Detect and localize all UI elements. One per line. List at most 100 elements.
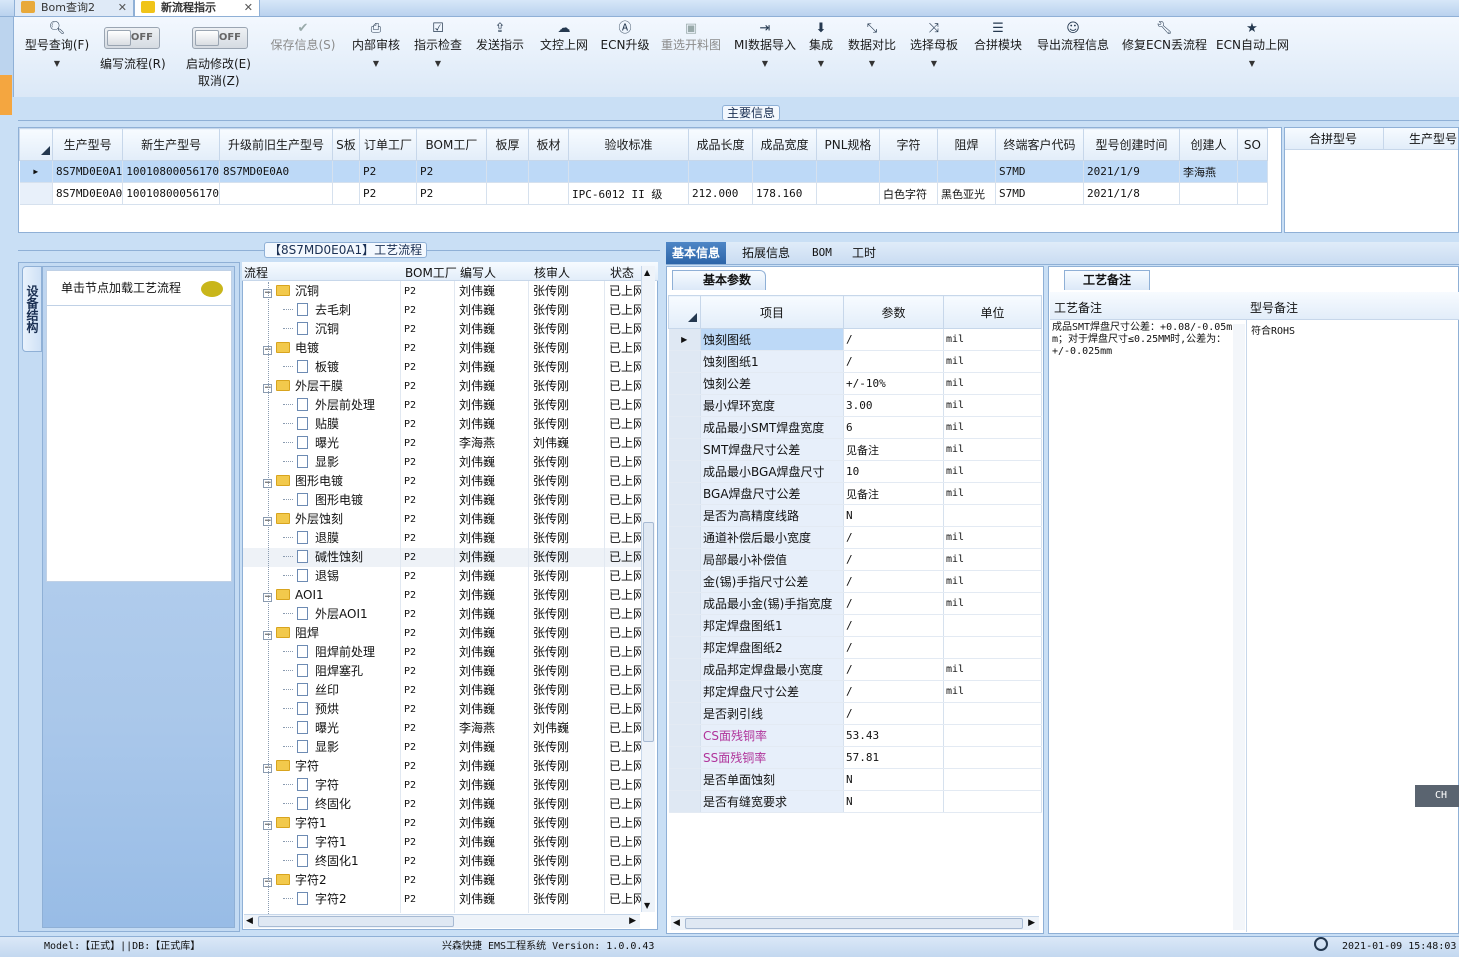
tree-row[interactable]: −外层干膜 P2 刘伟巍 张传刚 已上网 (243, 377, 643, 396)
tree-bom-cell[interactable]: P2 (404, 643, 416, 662)
param-unit-cell[interactable]: mil (943, 394, 1042, 417)
tree-status-cell[interactable]: 已上网 (609, 624, 641, 643)
tree-status-cell[interactable]: 已上网 (609, 852, 641, 871)
tree-writer-cell[interactable]: 李海燕 (459, 434, 495, 453)
send-instruction-button[interactable]: ⇪ 发送指示 (474, 21, 526, 91)
tree-bom-cell[interactable]: P2 (404, 434, 416, 453)
tree-bom-cell[interactable]: P2 (404, 871, 416, 890)
tree-reviewer-cell[interactable]: 张传刚 (533, 529, 569, 548)
tree-writer-cell[interactable]: 刘伟巍 (459, 662, 495, 681)
tree-reviewer-cell[interactable]: 张传刚 (533, 757, 569, 776)
select-master-button[interactable]: ⤨ 选择母板 ▼ (908, 21, 960, 91)
integrate-button[interactable]: ⬇ 集成 ▼ (806, 21, 836, 91)
data-compare-button[interactable]: ⤡ 数据对比 ▼ (846, 21, 898, 91)
tree-status-cell[interactable]: 已上网 (609, 339, 641, 358)
param-row[interactable]: 是否剥引线 / (668, 702, 1042, 725)
mi-import-button[interactable]: ⇥ MI数据导入 ▼ (732, 21, 798, 91)
tree-node[interactable]: 显影 (283, 453, 339, 472)
column-header[interactable]: 流程 (244, 264, 268, 281)
param-item-cell[interactable]: 是否为高精度线路 (700, 504, 844, 527)
tree-row[interactable]: 曝光 P2 李海燕 刘伟巍 已上网 (243, 719, 643, 738)
edit-flow-toggle[interactable]: OFF (104, 27, 160, 49)
column-header[interactable]: PNL规格 (815, 128, 880, 161)
tree-row[interactable]: −沉铜 P2 刘伟巍 张传刚 已上网 (243, 282, 643, 301)
tab-new-flow[interactable]: 新流程指示 ✕ (134, 0, 260, 17)
param-unit-cell[interactable]: mil (943, 680, 1042, 703)
param-value-cell[interactable]: N (843, 504, 944, 527)
tree-writer-cell[interactable]: 刘伟巍 (459, 567, 495, 586)
param-unit-cell[interactable]: mil (943, 592, 1042, 615)
tree-node[interactable]: − 电镀 (263, 339, 319, 358)
tree-writer-cell[interactable]: 李海燕 (459, 719, 495, 738)
tree-reviewer-cell[interactable]: 张传刚 (533, 681, 569, 700)
param-item-cell[interactable]: 蚀刻公差 (700, 372, 844, 395)
node-list-area[interactable] (46, 306, 232, 582)
tree-writer-cell[interactable]: 刘伟巍 (459, 681, 495, 700)
tree-reviewer-cell[interactable]: 刘伟巍 (533, 719, 569, 738)
tree-reviewer-cell[interactable]: 张传刚 (533, 510, 569, 529)
param-row[interactable]: CS面残铜率 53.43 (668, 724, 1042, 747)
tree-reviewer-cell[interactable]: 张传刚 (533, 282, 569, 301)
column-header[interactable]: 字符 (878, 128, 938, 161)
param-unit-cell[interactable] (943, 504, 1042, 527)
table-cell[interactable]: 212.000 (688, 182, 753, 205)
param-row[interactable]: SMT焊盘尺寸公差 见备注 mil (668, 438, 1042, 461)
column-header[interactable]: 新生产型号 (122, 128, 220, 161)
column-header[interactable]: 项目 (700, 295, 844, 329)
row-indicator[interactable] (668, 790, 701, 813)
tree-writer-cell[interactable]: 刘伟巍 (459, 301, 495, 320)
param-item-cell[interactable]: 成品邦定焊盘最小宽度 (700, 658, 844, 681)
param-unit-cell[interactable]: mil (943, 416, 1042, 439)
tree-bom-cell[interactable]: P2 (404, 529, 416, 548)
param-row[interactable]: 是否为高精度线路 N (668, 504, 1042, 527)
tree-status-cell[interactable]: 已上网 (609, 833, 641, 852)
tree-row[interactable]: 阻焊前处理 P2 刘伟巍 张传刚 已上网 (243, 643, 643, 662)
params-horizontal-scrollbar[interactable]: ◀ ▶ (671, 916, 1039, 930)
tree-writer-cell[interactable]: 刘伟巍 (459, 377, 495, 396)
tree-status-cell[interactable]: 已上网 (609, 643, 641, 662)
tree-row[interactable]: 阻焊塞孔 P2 刘伟巍 张传刚 已上网 (243, 662, 643, 681)
param-item-cell[interactable]: 邦定焊盘尺寸公差 (700, 680, 844, 703)
tree-writer-cell[interactable]: 刘伟巍 (459, 624, 495, 643)
column-header[interactable]: 验收标准 (567, 128, 689, 161)
tab-bom-query[interactable]: Bom查询2 ✕ (14, 0, 134, 17)
row-indicator[interactable] (668, 350, 701, 373)
tree-reviewer-cell[interactable]: 张传刚 (533, 377, 569, 396)
column-header[interactable]: SO (1236, 128, 1268, 161)
param-item-cell[interactable]: CS面残铜率 (700, 724, 844, 747)
table-cell[interactable] (528, 160, 569, 183)
tree-writer-cell[interactable]: 刘伟巍 (459, 339, 495, 358)
main-info-grid[interactable]: 生产型号 新生产型号 升级前旧生产型号 S板 订单工厂 BOM工厂 板厚 板材 … (18, 127, 1282, 233)
table-cell[interactable] (219, 182, 333, 205)
tree-writer-cell[interactable]: 刘伟巍 (459, 586, 495, 605)
param-item-cell[interactable]: SS面残铜率 (700, 746, 844, 769)
ecn-auto-upload-button[interactable]: ★ ECN自动上网 ▼ (1216, 21, 1289, 91)
tree-reviewer-cell[interactable]: 张传刚 (533, 301, 569, 320)
tree-node[interactable]: 终固化 (283, 795, 351, 814)
craft-note-text[interactable]: 成品SMT焊盘尺寸公差：+0.08/-0.05mm；对于焊盘尺寸≤0.25MM时… (1052, 322, 1236, 358)
table-cell[interactable] (816, 182, 880, 205)
param-value-cell[interactable]: / (843, 614, 944, 637)
column-header[interactable]: S板 (331, 128, 360, 161)
param-item-cell[interactable]: 蚀刻图纸1 (700, 350, 844, 373)
table-cell[interactable] (528, 182, 569, 205)
column-header[interactable]: 型号创建时间 (1082, 128, 1180, 161)
table-cell[interactable]: P2 (416, 160, 487, 183)
tree-writer-cell[interactable]: 刘伟巍 (459, 795, 495, 814)
param-value-cell[interactable]: 57.81 (843, 746, 944, 769)
column-header[interactable]: 单位 (943, 295, 1042, 329)
param-row[interactable]: 成品最小BGA焊盘尺寸 10 mil (668, 460, 1042, 483)
tree-node[interactable]: 阻焊前处理 (283, 643, 375, 662)
tree-writer-cell[interactable]: 刘伟巍 (459, 320, 495, 339)
row-indicator[interactable]: ▶ (19, 160, 53, 183)
tree-node[interactable]: − AOI1 (263, 586, 324, 605)
scroll-thumb[interactable] (258, 916, 454, 927)
table-cell[interactable]: 10010800056170 (122, 160, 220, 183)
table-cell[interactable]: P2 (416, 182, 487, 205)
tree-bom-cell[interactable]: P2 (404, 396, 416, 415)
param-row[interactable]: 邦定焊盘图纸2/ (668, 636, 1042, 659)
tree-status-cell[interactable]: 已上网 (609, 662, 641, 681)
param-value-cell[interactable]: / (843, 702, 944, 725)
tree-reviewer-cell[interactable]: 张传刚 (533, 662, 569, 681)
row-indicator[interactable] (668, 702, 701, 725)
